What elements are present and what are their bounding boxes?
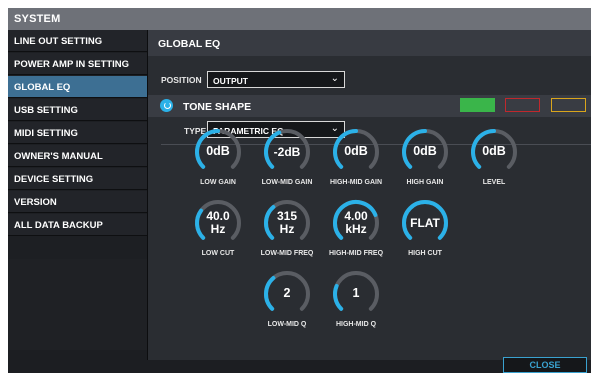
global-eq-panel: GLOBAL EQ POSITION OUTPUT ⌄ TONE SHAPE T…: [148, 30, 591, 360]
sidebar-item-usb-setting[interactable]: USB SETTING: [8, 99, 147, 121]
sidebar-item-owners-manual[interactable]: OWNER'S MANUAL: [8, 145, 147, 167]
sidebar-item-line-out-setting[interactable]: LINE OUT SETTING: [8, 30, 147, 52]
sidebar-item-label: VERSION: [14, 197, 57, 208]
sidebar-item-label: USB SETTING: [14, 105, 78, 116]
sidebar-item-label: LINE OUT SETTING: [14, 36, 103, 47]
low-mid-gain-knob[interactable]: -2dB: [263, 128, 311, 176]
system-window: SYSTEM LINE OUT SETTING POWER AMP IN SET…: [8, 8, 591, 373]
high-mid-freq-value: 4.00 kHz: [344, 209, 368, 236]
sidebar-item-version[interactable]: VERSION: [8, 191, 147, 213]
level-label: LEVEL: [482, 179, 506, 186]
high-mid-freq-knob[interactable]: 4.00 kHz: [332, 199, 380, 247]
low-cut-label: LOW CUT: [201, 250, 235, 257]
high-cut-knob[interactable]: FLAT: [401, 199, 449, 247]
low-mid-gain-label: LOW-MID GAIN: [261, 179, 313, 186]
tone-shape-red-button[interactable]: [505, 98, 540, 112]
tone-shape-bar: TONE SHAPE: [148, 95, 591, 117]
sidebar: LINE OUT SETTING POWER AMP IN SETTING GL…: [8, 30, 147, 350]
window-title: SYSTEM: [14, 13, 61, 25]
sidebar-item-label: GLOBAL EQ: [14, 82, 71, 93]
low-gain-label: LOW GAIN: [200, 179, 236, 186]
low-mid-gain-value: -2dB: [273, 144, 301, 159]
high-mid-gain-value: 0dB: [344, 144, 368, 159]
sidebar-item-power-amp-in-setting[interactable]: POWER AMP IN SETTING: [8, 53, 147, 75]
tone-shape-title: TONE SHAPE: [183, 101, 252, 113]
level-knob[interactable]: 0dB: [470, 128, 518, 176]
high-gain-knob[interactable]: 0dB: [401, 128, 449, 176]
sidebar-item-label: DEVICE SETTING: [14, 174, 94, 185]
position-label: POSITION: [161, 75, 202, 85]
high-mid-gain-knob[interactable]: 0dB: [332, 128, 380, 176]
high-gain-label: HIGH GAIN: [406, 179, 444, 186]
position-value: OUTPUT: [213, 76, 248, 86]
low-mid-freq-knob[interactable]: 315 Hz: [263, 199, 311, 247]
high-gain-value: 0dB: [413, 144, 437, 159]
low-mid-freq-value: 315 Hz: [276, 209, 298, 236]
tone-shape-yellow-button[interactable]: [551, 98, 586, 112]
low-mid-freq-label: LOW-MID FREQ: [260, 250, 314, 257]
low-mid-q-label: LOW-MID Q: [267, 321, 307, 328]
sidebar-item-all-data-backup[interactable]: ALL DATA BACKUP: [8, 214, 147, 236]
page-title: GLOBAL EQ: [158, 38, 221, 50]
title-bar: SYSTEM: [8, 8, 591, 30]
low-mid-q-value: 2: [283, 286, 291, 301]
sidebar-item-label: ALL DATA BACKUP: [14, 220, 103, 231]
low-gain-value: 0dB: [206, 144, 230, 159]
power-icon[interactable]: [160, 99, 173, 112]
high-mid-q-knob[interactable]: 1: [332, 270, 380, 318]
high-mid-gain-label: HIGH-MID GAIN: [329, 179, 383, 186]
sidebar-item-label: POWER AMP IN SETTING: [14, 59, 130, 70]
close-button-label: CLOSE: [529, 360, 561, 370]
close-button[interactable]: CLOSE: [503, 357, 587, 373]
high-mid-q-label: HIGH-MID Q: [335, 321, 377, 328]
high-cut-value: FLAT: [410, 215, 440, 230]
sidebar-item-device-setting[interactable]: DEVICE SETTING: [8, 168, 147, 190]
sidebar-item-label: OWNER'S MANUAL: [14, 151, 103, 162]
low-mid-q-knob[interactable]: 2: [263, 270, 311, 318]
low-cut-value: 40.0 Hz: [206, 209, 230, 236]
low-cut-knob[interactable]: 40.0 Hz: [194, 199, 242, 247]
high-mid-q-value: 1: [352, 286, 360, 301]
sidebar-item-global-eq[interactable]: GLOBAL EQ: [8, 76, 147, 98]
high-mid-freq-label: HIGH-MID FREQ: [328, 250, 384, 257]
panel-header: GLOBAL EQ: [148, 30, 591, 56]
sidebar-item-midi-setting[interactable]: MIDI SETTING: [8, 122, 147, 144]
chevron-down-icon: ⌄: [330, 73, 339, 84]
tone-shape-green-button[interactable]: [460, 98, 495, 112]
position-select[interactable]: OUTPUT ⌄: [207, 71, 345, 88]
low-gain-knob[interactable]: 0dB: [194, 128, 242, 176]
high-cut-label: HIGH CUT: [408, 250, 442, 257]
sidebar-empty-area: [8, 259, 147, 350]
level-value: 0dB: [482, 144, 506, 159]
sidebar-item-label: MIDI SETTING: [14, 128, 78, 139]
